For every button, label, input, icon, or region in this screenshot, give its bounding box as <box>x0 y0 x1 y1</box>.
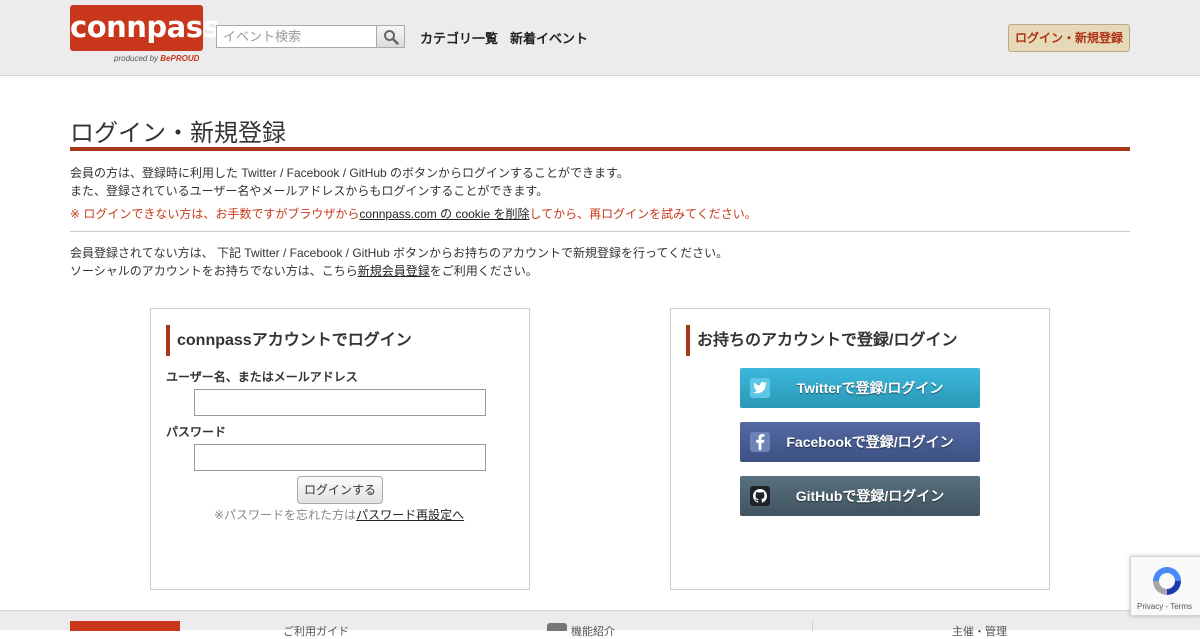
twitter-login-button[interactable]: Twitterで登録/ログイン <box>740 368 980 408</box>
account-login-panel: connpassアカウントでログイン ユーザー名、またはメールアドレス パスワー… <box>150 308 530 590</box>
facebook-login-button[interactable]: Facebookで登録/ログイン <box>740 422 980 462</box>
footer-features-link[interactable]: 機能紹介 <box>571 623 615 639</box>
register-line-2: ソーシャルのアカウントをお持ちでない方は、こちら新規会員登録をご利用ください。 <box>70 264 538 278</box>
page-title: ログイン・新規登録 <box>70 120 286 147</box>
recaptcha-terms-link[interactable]: Terms <box>1170 602 1192 611</box>
search-button[interactable] <box>376 25 405 48</box>
search-icon <box>383 29 399 45</box>
password-reset-link[interactable]: パスワード再設定へ <box>356 508 464 522</box>
site-header: connpass produced by BePROUD カテゴリ一覧 新着イベ… <box>0 0 1200 76</box>
logo-produced-by: produced by BePROUD <box>114 54 200 63</box>
footer-guide-link[interactable]: ご利用ガイド <box>283 623 349 639</box>
password-field[interactable] <box>194 444 486 471</box>
forgot-password: ※パスワードを忘れた方はパスワード再設定へ <box>214 508 465 522</box>
username-field[interactable] <box>194 389 486 416</box>
github-login-label: GitHubで登録/ログイン <box>795 488 945 504</box>
connpass-logo[interactable]: connpass produced by BePROUD <box>70 5 220 69</box>
cookie-warning: ※ ログインできない方は、お手数ですがブラウザからconnpass.com の … <box>70 207 757 221</box>
intro-line-1: 会員の方は、登録時に利用した Twitter / Facebook / GitH… <box>70 166 629 180</box>
nav-new-events[interactable]: 新着イベント <box>510 28 588 47</box>
password-label: パスワード <box>166 425 227 439</box>
social-panel-heading: お持ちのアカウントで登録/ログイン <box>686 325 957 356</box>
header-login-button[interactable]: ログイン・新規登録 <box>1008 24 1130 52</box>
recaptcha-links: Privacy - Terms <box>1137 602 1192 611</box>
section-divider <box>70 231 1130 232</box>
register-line-1: 会員登録されてない方は、 下記 Twitter / Facebook / Git… <box>70 246 729 260</box>
recaptcha-privacy-link[interactable]: Privacy <box>1137 602 1163 611</box>
footer-right-link[interactable]: 主催・管理 <box>952 623 1007 639</box>
twitter-login-label: Twitterで登録/ログイン <box>796 380 944 396</box>
new-member-register-link[interactable]: 新規会員登録 <box>358 264 430 278</box>
facebook-login-label: Facebookで登録/ログイン <box>786 434 954 450</box>
github-login-button[interactable]: GitHubで登録/ログイン <box>740 476 980 516</box>
social-login-panel: お持ちのアカウントで登録/ログイン Twitterで登録/ログイン Facebo… <box>670 308 1050 590</box>
username-label: ユーザー名、またはメールアドレス <box>166 370 358 384</box>
recaptcha-icon <box>1153 567 1181 595</box>
logo-wordmark: connpass <box>70 5 220 51</box>
recaptcha-badge[interactable]: Privacy - Terms <box>1130 556 1200 616</box>
title-divider <box>70 147 1130 151</box>
login-panel-heading: connpassアカウントでログイン <box>166 325 412 356</box>
cookie-delete-link[interactable]: connpass.com の cookie を削除 <box>359 207 529 221</box>
event-search <box>216 25 405 48</box>
login-submit-button[interactable]: ログインする <box>297 476 383 504</box>
intro-line-2: また、登録されているユーザー名やメールアドレスからもログインすることができます。 <box>70 184 549 198</box>
search-input[interactable] <box>216 25 377 48</box>
nav-category-list[interactable]: カテゴリ一覧 <box>420 28 498 47</box>
site-footer: ご利用ガイド 機能紹介 主催・管理 <box>0 610 1200 638</box>
beproud-logo: BePROUD <box>160 54 200 63</box>
